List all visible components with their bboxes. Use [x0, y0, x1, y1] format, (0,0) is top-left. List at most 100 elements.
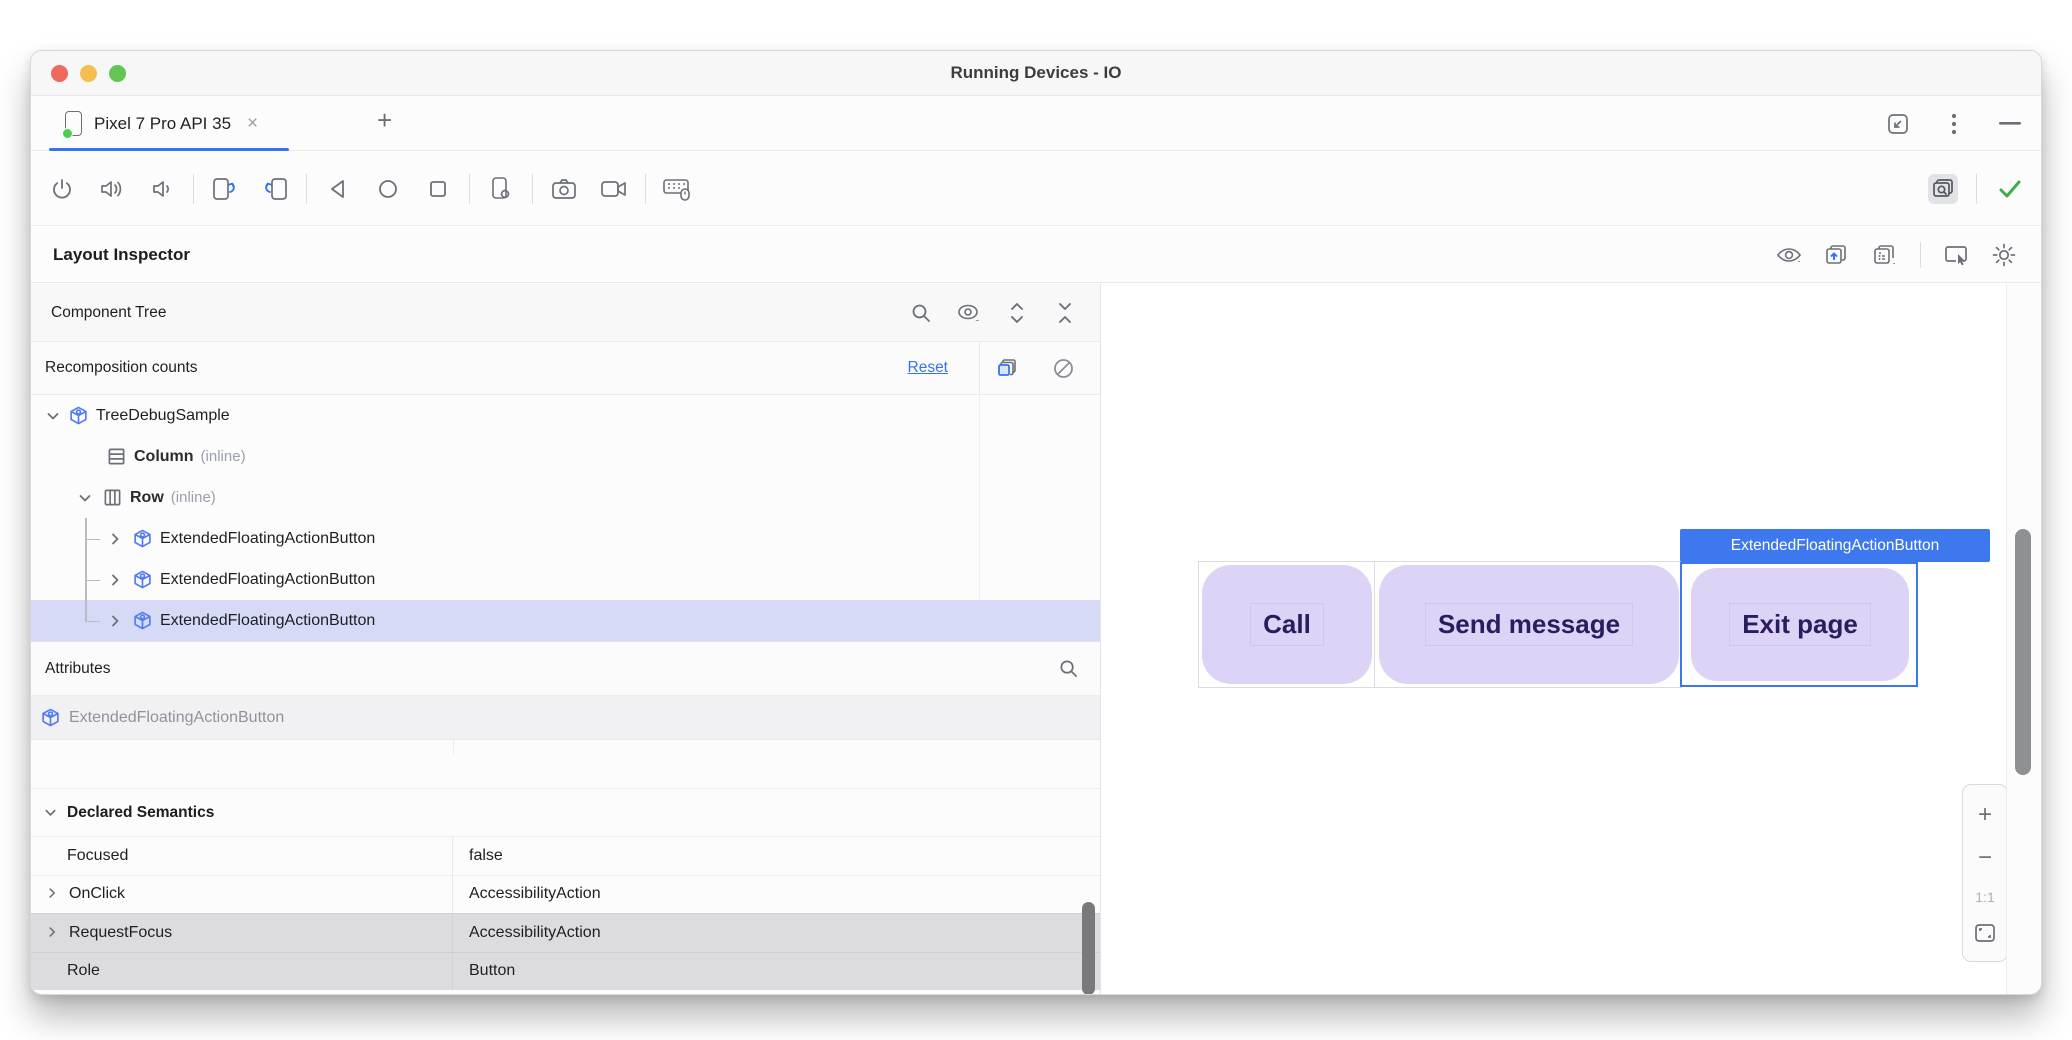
component-tree: TreeDebugSample Column (inline) Row (inl… — [31, 395, 1100, 641]
overview-icon[interactable] — [423, 174, 453, 204]
declared-semantics-header[interactable]: Declared Semantics — [31, 788, 1100, 836]
compose-node-icon — [69, 406, 88, 425]
zoom-out-button[interactable]: − — [1978, 846, 1992, 870]
toolbar-separator — [645, 174, 646, 204]
selected-component-outline — [1680, 562, 1918, 687]
semantics-key: Focused — [31, 837, 453, 875]
compose-node-icon — [133, 529, 152, 548]
power-icon[interactable] — [47, 174, 77, 204]
chevron-right-icon[interactable] — [107, 531, 123, 547]
tree-node-suffix: (inline) — [171, 489, 216, 506]
expand-all-icon[interactable] — [1002, 298, 1032, 328]
check-icon[interactable] — [1995, 174, 2025, 204]
rotate-right-icon[interactable] — [260, 174, 290, 204]
toolbar-separator — [1920, 242, 1921, 268]
fit-to-screen-icon[interactable] — [1974, 923, 1996, 943]
tree-connector — [81, 559, 107, 600]
layers-tree-icon[interactable] — [1870, 240, 1900, 270]
component-tree-panel: Component Tree Reco — [31, 284, 1101, 994]
collapse-all-icon[interactable] — [1050, 298, 1080, 328]
device-panel-scrollbar-thumb[interactable] — [2015, 529, 2031, 775]
tree-row-selected[interactable]: ExtendedFloatingActionButton — [31, 600, 1100, 641]
semantics-row[interactable]: Role Button — [31, 952, 1100, 991]
tree-node-label: ExtendedFloatingActionButton — [160, 612, 375, 630]
layout-inspector-bar: Layout Inspector — [31, 227, 2041, 283]
recomposition-column-divider — [979, 342, 980, 394]
semantics-key: OnClick — [69, 885, 125, 903]
chevron-right-icon[interactable] — [45, 925, 61, 941]
recomposition-layers-icon[interactable] — [992, 353, 1022, 383]
chevron-down-icon[interactable] — [77, 490, 93, 506]
visibility-icon[interactable] — [1774, 240, 1804, 270]
export-snapshot-icon[interactable] — [1822, 240, 1852, 270]
device-button-send-message[interactable]: Send message — [1379, 565, 1679, 684]
ban-icon[interactable] — [1048, 353, 1078, 383]
device-settings-icon[interactable] — [486, 174, 516, 204]
highlight-icon[interactable] — [954, 298, 984, 328]
semantics-key: Role — [31, 953, 453, 991]
screen-record-icon[interactable] — [599, 174, 629, 204]
device-panel-scrollbar[interactable] — [2006, 284, 2041, 994]
semantics-row[interactable]: OnClick AccessibilityAction — [31, 875, 1100, 914]
main-area: Component Tree Reco — [31, 284, 2041, 994]
device-button-call[interactable]: Call — [1202, 565, 1372, 684]
tree-row[interactable]: TreeDebugSample — [31, 395, 1100, 436]
toolbar-separator — [532, 174, 533, 204]
selected-component-tooltip: ExtendedFloatingActionButton — [1680, 529, 1990, 562]
toolbar-separator — [469, 174, 470, 204]
tree-connector — [81, 600, 107, 641]
semantics-row[interactable]: RequestFocus AccessibilityAction — [31, 913, 1100, 952]
home-icon[interactable] — [373, 174, 403, 204]
device-button-label: Send message — [1425, 603, 1633, 646]
search-icon[interactable] — [906, 298, 936, 328]
attributes-selected-node[interactable]: ExtendedFloatingActionButton — [31, 696, 1100, 740]
attributes-header: Attributes — [31, 641, 1100, 696]
attributes-title: Attributes — [45, 660, 110, 678]
reset-link[interactable]: Reset — [908, 359, 949, 377]
chevron-right-icon[interactable] — [107, 613, 123, 629]
tree-row[interactable]: ExtendedFloatingActionButton — [31, 518, 1100, 559]
select-component-icon[interactable] — [1941, 240, 1971, 270]
left-panel-scrollbar-thumb[interactable] — [1082, 902, 1095, 994]
chevron-down-icon[interactable] — [45, 408, 61, 424]
hardware-input-icon[interactable] — [662, 174, 692, 204]
zoom-actual-size-button[interactable]: 1:1 — [1975, 890, 1994, 904]
screenshot-icon[interactable] — [549, 174, 579, 204]
tab-close-icon[interactable]: × — [247, 113, 258, 135]
rotate-left-icon[interactable] — [210, 174, 240, 204]
settings-icon[interactable] — [1989, 240, 2019, 270]
tab-pixel-7-pro[interactable]: Pixel 7 Pro API 35 × — [49, 97, 272, 150]
chevron-right-icon[interactable] — [107, 572, 123, 588]
semantics-value: Button — [453, 962, 515, 980]
add-tab-button[interactable]: + — [377, 105, 392, 136]
declared-semantics-title: Declared Semantics — [67, 804, 214, 822]
semantics-row[interactable]: Focused false — [31, 836, 1100, 875]
chevron-down-icon[interactable] — [43, 805, 59, 821]
semantics-value: AccessibilityAction — [453, 924, 601, 942]
device-toolbar — [31, 152, 2041, 226]
running-devices-window: Running Devices - IO Pixel 7 Pro API 35 … — [30, 50, 2042, 995]
title-bar: Running Devices - IO — [31, 51, 2041, 96]
tree-row[interactable]: Row (inline) — [31, 477, 1100, 518]
semantics-value: AccessibilityAction — [453, 885, 601, 903]
tree-node-label: ExtendedFloatingActionButton — [160, 530, 375, 548]
tree-row[interactable]: Column (inline) — [31, 436, 1100, 477]
volume-up-icon[interactable] — [97, 174, 127, 204]
minimize-icon[interactable] — [1995, 109, 2025, 139]
dock-window-icon[interactable] — [1883, 109, 1913, 139]
active-tab-indicator — [49, 148, 289, 151]
layout-inspector-toggle-icon[interactable] — [1928, 174, 1958, 204]
tree-node-suffix: (inline) — [201, 448, 246, 465]
zoom-in-button[interactable]: + — [1978, 803, 1992, 827]
compose-node-icon — [133, 611, 152, 630]
semantics-key: RequestFocus — [69, 924, 172, 942]
search-icon[interactable] — [1056, 654, 1086, 684]
tab-bar: Pixel 7 Pro API 35 × + — [31, 97, 2041, 151]
back-icon[interactable] — [323, 174, 353, 204]
tree-row[interactable]: ExtendedFloatingActionButton — [31, 559, 1100, 600]
kebab-menu-icon[interactable] — [1939, 109, 1969, 139]
device-phone-icon — [65, 111, 82, 136]
volume-down-icon[interactable] — [147, 174, 177, 204]
chevron-right-icon[interactable] — [45, 886, 61, 902]
tree-node-label: ExtendedFloatingActionButton — [160, 571, 375, 589]
